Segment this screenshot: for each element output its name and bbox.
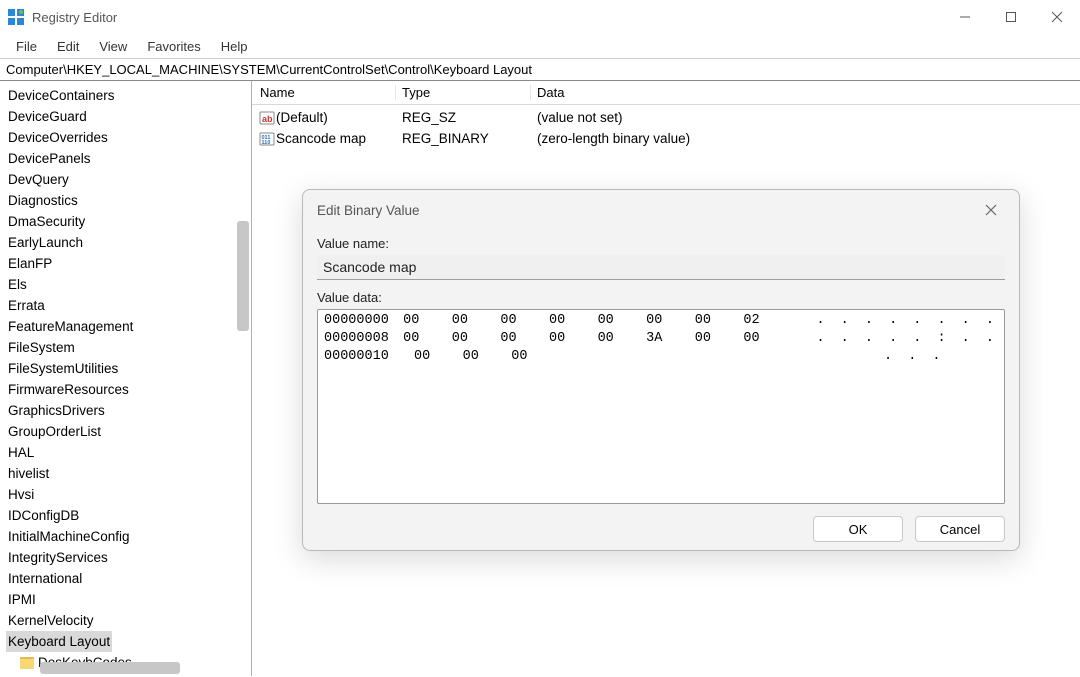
- string-icon: ab: [258, 110, 276, 126]
- tree-item[interactable]: InitialMachineConfig: [6, 526, 251, 547]
- hex-offset: 00000000: [324, 312, 403, 330]
- hex-bytes: 00 00 00 00 00 00 00 02: [403, 312, 816, 330]
- menu-file[interactable]: File: [8, 37, 45, 56]
- value-name-field[interactable]: Scancode map: [317, 255, 1005, 280]
- edit-binary-dialog: Edit Binary Value Value name: Scancode m…: [302, 189, 1020, 551]
- tree-item[interactable]: International: [6, 568, 251, 589]
- menu-view[interactable]: View: [91, 37, 135, 56]
- hex-bytes: 00 00 00 00 00 3A 00 00: [403, 330, 816, 348]
- menu-bar: File Edit View Favorites Help: [0, 34, 1080, 58]
- hex-ascii: . . . . . . . .: [816, 312, 998, 330]
- tree-item[interactable]: HAL: [6, 442, 251, 463]
- hex-bytes: 00 00 00: [414, 348, 884, 366]
- svg-text:ab: ab: [262, 114, 273, 124]
- tree-item[interactable]: FeatureManagement: [6, 316, 251, 337]
- hex-offset: 00000010: [324, 348, 414, 366]
- tree-item[interactable]: KernelVelocity: [6, 610, 251, 631]
- maximize-button[interactable]: [988, 0, 1034, 34]
- tree-item[interactable]: DeviceGuard: [6, 106, 251, 127]
- tree-item[interactable]: DeviceContainers: [6, 85, 251, 106]
- dialog-close-button[interactable]: [977, 198, 1005, 222]
- tree-item[interactable]: Keyboard Layout: [6, 631, 112, 652]
- tree-item[interactable]: IDConfigDB: [6, 505, 251, 526]
- hex-row[interactable]: 0000000800 00 00 00 00 3A 00 00. . . . .…: [324, 330, 998, 348]
- tree-item[interactable]: FileSystemUtilities: [6, 358, 251, 379]
- list-header[interactable]: Name Type Data: [252, 81, 1080, 105]
- tree-item[interactable]: DeviceOverrides: [6, 127, 251, 148]
- value-data: (zero-length binary value): [531, 131, 690, 146]
- value-name: (Default): [276, 110, 396, 125]
- hex-row[interactable]: 0000000000 00 00 00 00 00 00 02. . . . .…: [324, 312, 998, 330]
- svg-text:110: 110: [262, 140, 271, 146]
- horizontal-scroll-thumb[interactable]: [40, 662, 180, 674]
- close-button[interactable]: [1034, 0, 1080, 34]
- column-name[interactable]: Name: [258, 85, 396, 100]
- ok-button[interactable]: OK: [813, 516, 903, 542]
- value-data-label: Value data:: [317, 290, 1005, 305]
- value-name: Scancode map: [276, 131, 396, 146]
- tree-item[interactable]: IPMI: [6, 589, 251, 610]
- hex-editor[interactable]: 0000000000 00 00 00 00 00 00 02. . . . .…: [317, 309, 1005, 504]
- hex-ascii: . . . . . : . .: [816, 330, 998, 348]
- tree-item[interactable]: hivelist: [6, 463, 251, 484]
- dialog-title: Edit Binary Value: [317, 203, 420, 218]
- app-icon: [8, 9, 24, 25]
- tree-item[interactable]: IntegrityServices: [6, 547, 251, 568]
- tree-item[interactable]: DevicePanels: [6, 148, 251, 169]
- binary-icon: 011110: [258, 131, 276, 147]
- value-name-label: Value name:: [317, 236, 1005, 251]
- menu-help[interactable]: Help: [213, 37, 256, 56]
- cancel-button[interactable]: Cancel: [915, 516, 1005, 542]
- tree-item[interactable]: GroupOrderList: [6, 421, 251, 442]
- tree-item[interactable]: Els: [6, 274, 251, 295]
- value-data: (value not set): [531, 110, 623, 125]
- address-bar[interactable]: Computer\HKEY_LOCAL_MACHINE\SYSTEM\Curre…: [0, 58, 1080, 81]
- minimize-button[interactable]: [942, 0, 988, 34]
- hex-row[interactable]: 0000001000 00 00. . .: [324, 348, 998, 366]
- folder-icon: [20, 657, 34, 669]
- tree-item[interactable]: FirmwareResources: [6, 379, 251, 400]
- column-type[interactable]: Type: [396, 85, 531, 100]
- value-row[interactable]: 011110Scancode mapREG_BINARY(zero-length…: [258, 128, 1080, 149]
- menu-edit[interactable]: Edit: [49, 37, 87, 56]
- tree-item[interactable]: EarlyLaunch: [6, 232, 251, 253]
- hex-ascii: . . .: [884, 348, 998, 366]
- value-row[interactable]: ab(Default)REG_SZ(value not set): [258, 107, 1080, 128]
- tree-item[interactable]: DmaSecurity: [6, 211, 251, 232]
- value-type: REG_SZ: [396, 110, 531, 125]
- dialog-title-bar: Edit Binary Value: [303, 190, 1019, 228]
- column-data[interactable]: Data: [531, 85, 1080, 100]
- value-type: REG_BINARY: [396, 131, 531, 146]
- tree-item[interactable]: Hvsi: [6, 484, 251, 505]
- tree-item[interactable]: Diagnostics: [6, 190, 251, 211]
- title-bar: Registry Editor: [0, 0, 1080, 34]
- tree-item[interactable]: GraphicsDrivers: [6, 400, 251, 421]
- tree-item[interactable]: ElanFP: [6, 253, 251, 274]
- window-title: Registry Editor: [32, 10, 117, 25]
- window-controls: [942, 0, 1080, 34]
- menu-favorites[interactable]: Favorites: [139, 37, 208, 56]
- tree-item[interactable]: Errata: [6, 295, 251, 316]
- hex-offset: 00000008: [324, 330, 403, 348]
- tree-item[interactable]: DevQuery: [6, 169, 251, 190]
- tree-pane[interactable]: DeviceContainersDeviceGuardDeviceOverrid…: [0, 81, 252, 676]
- tree-item[interactable]: FileSystem: [6, 337, 251, 358]
- vertical-scroll-thumb[interactable]: [237, 221, 249, 331]
